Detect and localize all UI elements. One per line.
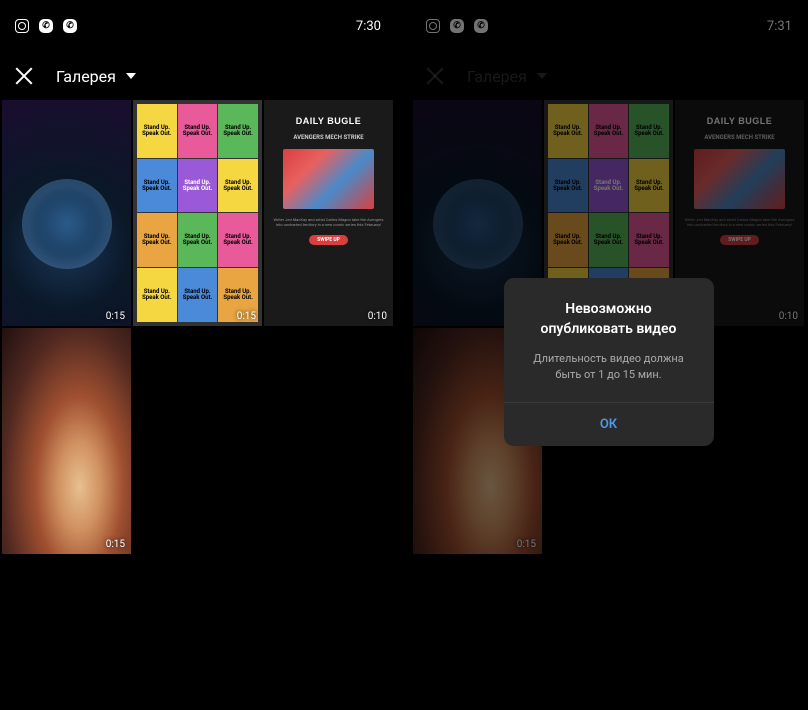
sticky-note: Stand Up. Speak Out. — [178, 104, 218, 158]
gallery-dropdown[interactable]: Галерея — [56, 67, 136, 86]
phone-right: ✆ ✆ 7:31 Галерея 0:15 Stand Up. Speak Ou… — [411, 0, 806, 710]
sticky-note: Stand Up. Speak Out. — [178, 268, 218, 322]
video-thumbnail[interactable]: Stand Up. Speak Out. Stand Up. Speak Out… — [133, 100, 262, 326]
close-button[interactable] — [12, 64, 36, 88]
video-duration: 0:15 — [237, 311, 256, 322]
dialog-body: Длительность видео должна быть от 1 до 1… — [504, 351, 714, 382]
chevron-down-icon — [126, 73, 136, 79]
bugle-headline: AVENGERS MECH STRIKE — [293, 134, 363, 141]
dialog-ok-button[interactable]: ОК — [504, 403, 714, 446]
video-duration: 0:15 — [106, 311, 125, 322]
sticky-note: Stand Up. Speak Out. — [178, 159, 218, 213]
error-dialog: Невозможно опубликовать видео Длительнос… — [504, 278, 714, 446]
video-duration: 0:15 — [106, 539, 125, 550]
sticky-note: Stand Up. Speak Out. — [218, 213, 258, 267]
video-thumbnail[interactable]: 0:15 — [2, 100, 131, 326]
gallery-label: Галерея — [56, 67, 116, 86]
sticky-note: Stand Up. Speak Out. — [137, 104, 177, 158]
video-thumbnail[interactable]: DAILY BUGLE AVENGERS MECH STRIKE Writer … — [264, 100, 393, 326]
bugle-caption: Writer Jed MacKay and artist Carlos Magn… — [272, 217, 385, 227]
instagram-icon — [14, 18, 30, 34]
swipe-up-badge: SWIPE UP — [309, 235, 348, 245]
sticky-note: Stand Up. Speak Out. — [218, 159, 258, 213]
status-bar: ✆ ✆ 7:30 — [0, 0, 395, 52]
close-icon — [14, 66, 34, 86]
sticky-note: Stand Up. Speak Out. — [137, 213, 177, 267]
status-notif-icons: ✆ ✆ — [14, 18, 78, 34]
header: Галерея — [0, 52, 395, 100]
sticky-note: Stand Up. Speak Out. — [137, 159, 177, 213]
sticky-note: Stand Up. Speak Out. — [178, 213, 218, 267]
media-grid: 0:15 Stand Up. Speak Out. Stand Up. Spea… — [0, 100, 395, 554]
phone-left: ✆ ✆ 7:30 Галерея 0:15 Stand Up. Speak Ou… — [0, 0, 395, 710]
bugle-image — [283, 149, 373, 209]
status-time: 7:30 — [356, 19, 381, 34]
video-thumbnail[interactable]: 0:15 — [2, 328, 131, 554]
sticky-note: Stand Up. Speak Out. — [218, 104, 258, 158]
viber-icon: ✆ — [38, 18, 54, 34]
video-duration: 0:10 — [368, 311, 387, 322]
sticky-note: Stand Up. Speak Out. — [137, 268, 177, 322]
viber-icon: ✆ — [62, 18, 78, 34]
bugle-logo: DAILY BUGLE — [296, 116, 362, 126]
dialog-title: Невозможно опубликовать видео — [504, 300, 714, 339]
